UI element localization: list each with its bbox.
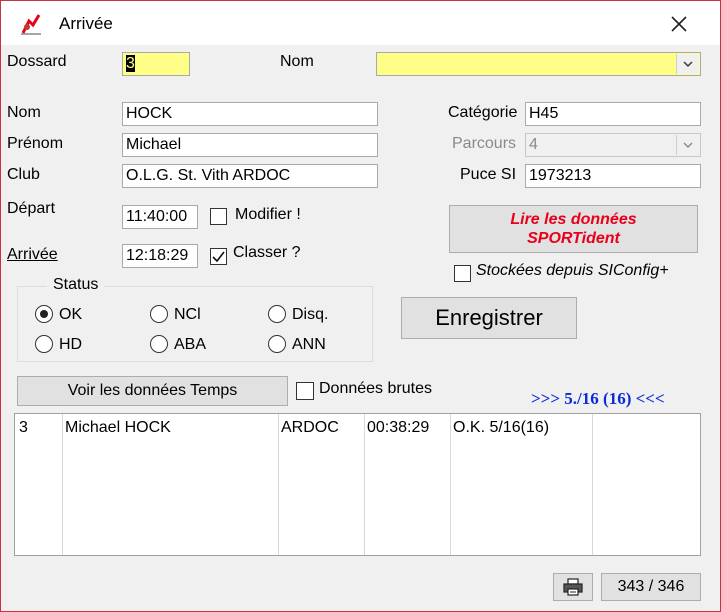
club-label: Club	[7, 166, 40, 183]
status-radio-ann[interactable]	[268, 335, 286, 353]
column-separator	[62, 414, 63, 555]
parcours-label: Parcours	[452, 135, 517, 152]
status-radio-ok[interactable]	[35, 305, 53, 323]
printer-icon	[563, 578, 583, 596]
dossard-label: Dossard	[7, 53, 67, 70]
club-field[interactable]: O.L.G. St. Vith ARDOC	[122, 164, 378, 188]
raw-data-checkbox[interactable]	[296, 382, 314, 400]
column-separator	[278, 414, 279, 555]
window-title: Arrivée	[59, 14, 113, 33]
result-status: O.K. 5/16(16)	[453, 419, 550, 436]
print-button[interactable]	[553, 573, 593, 601]
depart-time-field[interactable]: 11:40:00	[122, 205, 198, 229]
parcours-dropdown-button	[676, 135, 699, 155]
classer-checkbox[interactable]	[210, 248, 227, 265]
status-label-aba: ABA	[174, 336, 207, 353]
nom-label: Nom	[7, 104, 41, 121]
ranking-text: >>> 5./16 (16) <<<	[531, 389, 665, 408]
chevron-down-icon	[683, 61, 693, 67]
voir-temps-label: Voir les données Temps	[67, 382, 238, 399]
close-icon	[671, 16, 687, 32]
save-button[interactable]: Enregistrer	[401, 297, 577, 339]
radio-selected-dot	[40, 310, 48, 318]
status-radio-hd[interactable]	[35, 335, 53, 353]
read-sportident-button[interactable]: Lire les données SPORTident	[449, 205, 698, 253]
column-separator	[364, 414, 365, 555]
column-separator	[592, 414, 593, 555]
status-radio-disq[interactable]	[268, 305, 286, 323]
record-counter-text: 343 / 346	[617, 578, 685, 595]
app-logo-icon	[19, 13, 43, 35]
categorie-label: Catégorie	[448, 104, 518, 121]
record-counter: 343 / 346	[601, 573, 701, 601]
read-sportident-line1: Lire les données	[510, 211, 637, 228]
status-radio-ncl[interactable]	[150, 305, 168, 323]
status-label-hd: HD	[59, 336, 83, 353]
voir-temps-button[interactable]: Voir les données Temps	[17, 376, 288, 406]
parcours-combo: 4	[525, 133, 701, 157]
depart-label: Départ	[7, 200, 56, 217]
column-separator	[450, 414, 451, 555]
result-time: 00:38:29	[367, 419, 430, 436]
parcours-value: 4	[529, 136, 538, 153]
chevron-down-icon	[683, 142, 693, 148]
arrivee-label: Arrivée	[7, 246, 58, 263]
modifier-label: Modifier !	[235, 206, 301, 223]
nom-search-combo[interactable]	[376, 52, 701, 76]
nom-dropdown-button[interactable]	[676, 54, 699, 74]
prenom-field[interactable]: Michael	[122, 133, 378, 157]
checkmark-icon	[212, 251, 225, 263]
nom-search-label: Nom	[280, 53, 314, 70]
save-button-label: Enregistrer	[435, 305, 543, 330]
modifier-checkbox[interactable]	[210, 208, 227, 225]
status-label-disq: Disq.	[292, 306, 329, 323]
puce-label: Puce SI	[460, 166, 517, 183]
arrivee-dialog: Arrivée Dossard 3 Nom Nom HOCK Prénom Mi…	[0, 0, 721, 612]
result-bib: 3	[19, 419, 28, 436]
status-group-title: Status	[47, 276, 105, 294]
stored-siconfig-label: Stockées depuis SIConfig+	[476, 262, 669, 279]
close-button[interactable]	[659, 8, 699, 40]
arrivee-time-field[interactable]: 12:18:29	[122, 244, 198, 268]
categorie-field[interactable]: H45	[525, 102, 701, 126]
status-label-ok: OK	[59, 306, 83, 323]
classer-label: Classer ?	[233, 244, 301, 261]
nom-field[interactable]: HOCK	[122, 102, 378, 126]
puce-field[interactable]: 1973213	[525, 164, 701, 188]
title-bar: Arrivée	[1, 1, 720, 45]
read-sportident-line2: SPORTident	[527, 230, 620, 247]
results-list[interactable]: 3 Michael HOCK ARDOC 00:38:29 O.K. 5/16(…	[14, 413, 701, 556]
result-name: Michael HOCK	[65, 419, 171, 436]
dossard-input[interactable]: 3	[122, 52, 190, 76]
status-label-ann: ANN	[292, 336, 326, 353]
prenom-label: Prénom	[7, 135, 64, 152]
status-radio-aba[interactable]	[150, 335, 168, 353]
result-club: ARDOC	[281, 419, 339, 436]
stored-siconfig-checkbox[interactable]	[454, 265, 471, 282]
status-label-ncl: NCl	[174, 306, 201, 323]
dossard-value: 3	[126, 55, 135, 72]
raw-data-label: Données brutes	[319, 380, 432, 397]
